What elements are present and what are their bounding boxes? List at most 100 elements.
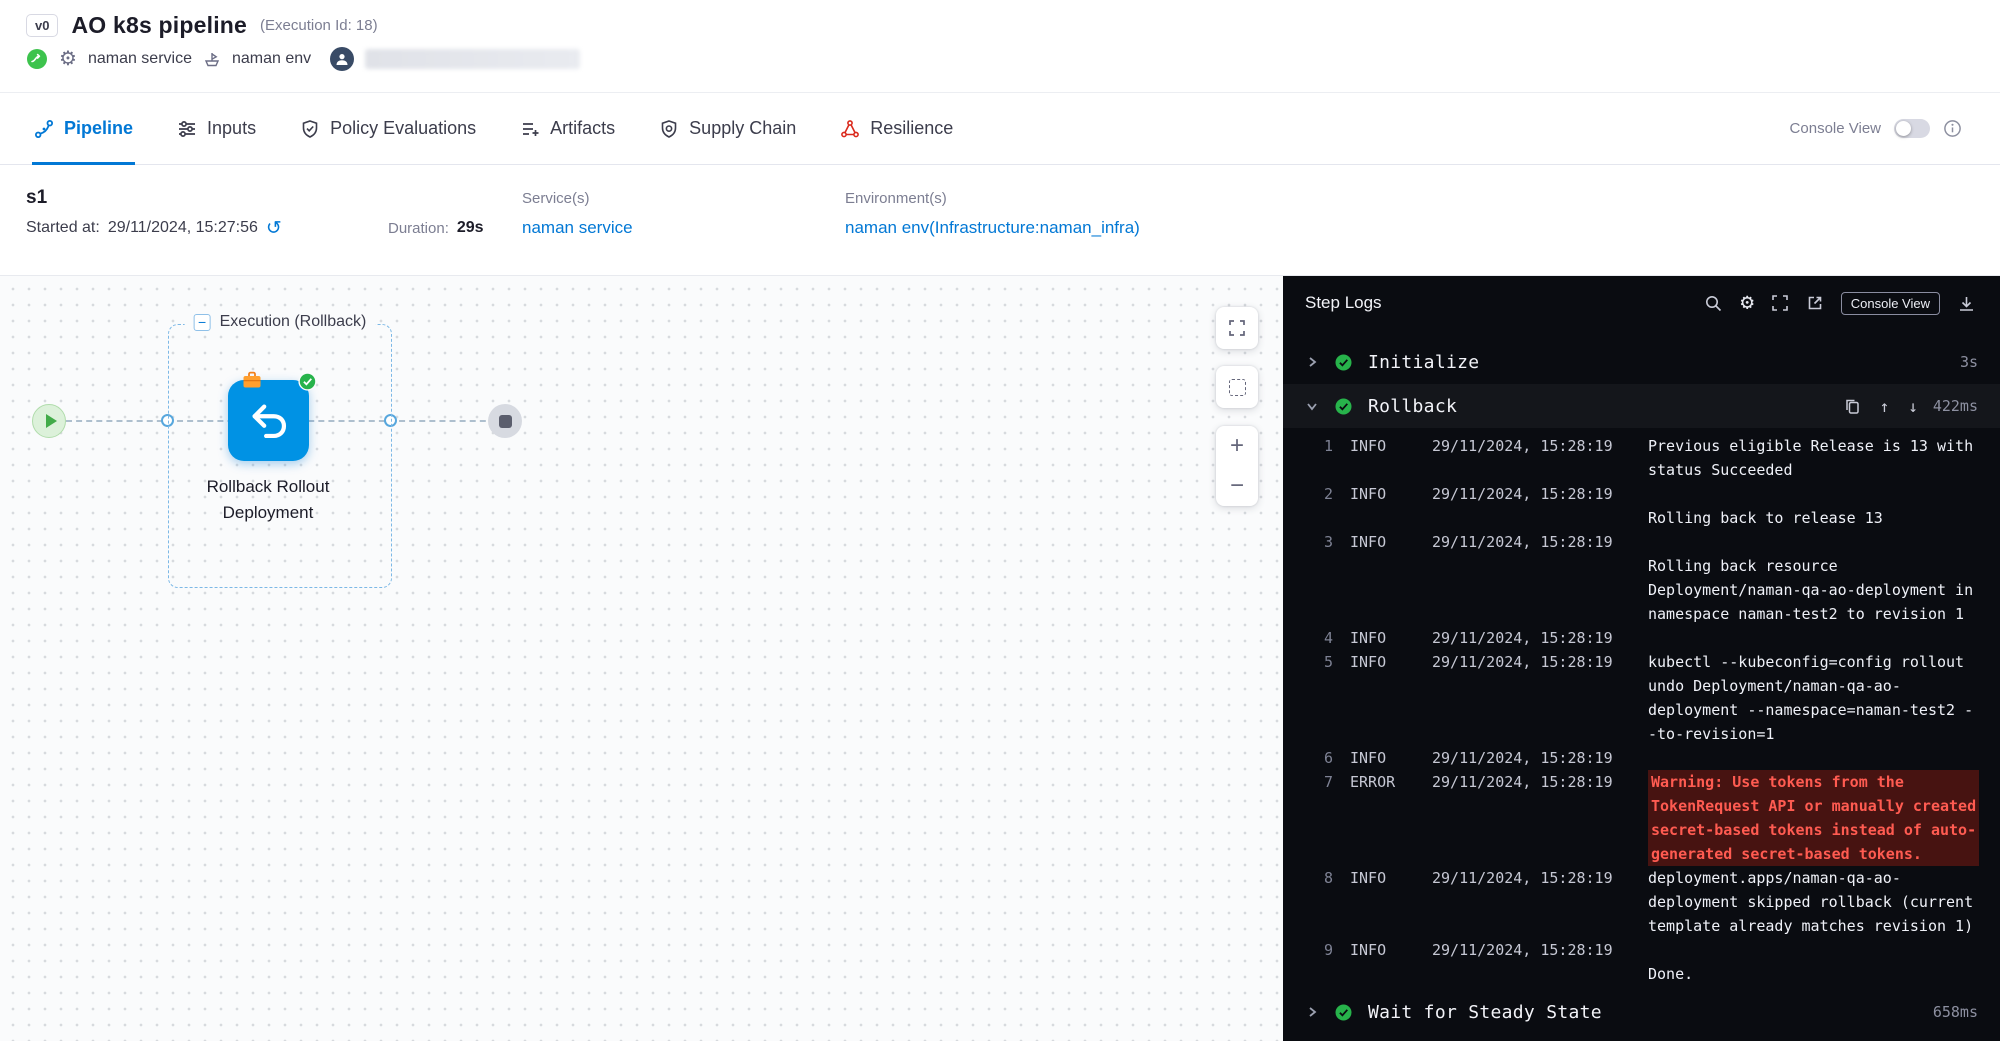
start-node (32, 404, 66, 438)
log-lines: 1 INFO 29/11/2024, 15:28:19 Previous eli… (1283, 428, 2000, 990)
artifacts-list-plus-icon (520, 119, 540, 139)
rollback-arrow-icon (246, 398, 292, 444)
section-duration: 422ms (1933, 397, 1978, 415)
log-line-number: 7 (1283, 770, 1333, 794)
log-line: 9 INFO 29/11/2024, 15:28:19 Done. (1283, 938, 2000, 986)
log-header-icons: ⚙ Console View (1704, 292, 1976, 315)
log-message: Rolling back resource Deployment/naman-q… (1648, 530, 2000, 626)
tab-artifacts[interactable]: Artifacts (520, 93, 615, 164)
play-icon (46, 414, 57, 428)
scroll-to-top-icon[interactable]: ↑ (1880, 397, 1890, 416)
policy-shield-check-icon (300, 119, 320, 139)
copy-logs-icon[interactable] (1844, 398, 1861, 415)
log-line: 6 INFO 29/11/2024, 15:28:19 (1283, 746, 2000, 770)
step-node-label: Rollback Rollout Deployment (178, 474, 358, 525)
chevron-right-icon (1305, 355, 1319, 369)
log-timestamp: 29/11/2024, 15:28:19 (1432, 866, 1648, 890)
stop-icon (499, 415, 512, 428)
log-timestamp: 29/11/2024, 15:28:19 (1432, 626, 1648, 650)
zoom-controls: + − (1216, 426, 1258, 506)
log-line-number: 1 (1283, 434, 1333, 458)
log-timestamp: 29/11/2024, 15:28:19 (1432, 770, 1648, 794)
log-line: 2 INFO 29/11/2024, 15:28:19 Rolling back… (1283, 482, 2000, 530)
log-level: INFO (1350, 938, 1432, 962)
execution-group-header: − Execution (Rollback) (185, 313, 376, 331)
open-external-icon[interactable] (1806, 294, 1824, 312)
log-line: 8 INFO 29/11/2024, 15:28:19 deployment.a… (1283, 866, 2000, 938)
log-message: Rolling back to release 13 (1648, 482, 2000, 530)
tab-resilience[interactable]: Resilience (840, 93, 953, 164)
step-success-check-icon (1334, 1003, 1353, 1022)
page-title: AO k8s pipeline (71, 12, 247, 39)
console-view-button[interactable]: Console View (1841, 292, 1940, 315)
log-level: INFO (1350, 482, 1432, 506)
end-node (488, 404, 522, 438)
tab-label: Resilience (870, 118, 953, 139)
scroll-to-bottom-icon[interactable]: ↓ (1908, 397, 1918, 416)
tab-label: Supply Chain (689, 118, 796, 139)
pipeline-canvas[interactable]: − Execution (Rollback) Rollback Rollout … (0, 276, 1283, 1041)
log-line: 5 INFO 29/11/2024, 15:28:19 kubectl --ku… (1283, 650, 2000, 746)
log-line-number: 6 (1283, 746, 1333, 770)
console-view-toggle[interactable] (1894, 119, 1930, 138)
environments-label: Environment(s) (845, 190, 947, 207)
log-line: 3 INFO 29/11/2024, 15:28:19 Rolling back… (1283, 530, 2000, 626)
inputs-icon (177, 119, 197, 139)
section-actions: ↑ ↓ (1844, 397, 1918, 416)
console-view-label: Console View (1790, 120, 1881, 137)
tab-label: Pipeline (64, 118, 133, 139)
expand-fullscreen-icon[interactable] (1771, 294, 1789, 312)
gear-icon[interactable]: ⚙ (59, 49, 77, 69)
log-timestamp: 29/11/2024, 15:28:19 (1432, 530, 1648, 554)
section-duration: 658ms (1933, 1003, 1978, 1021)
selection-mode-button[interactable] (1216, 366, 1258, 408)
section-duration: 3s (1960, 353, 1978, 371)
started-at-label: Started at: (26, 219, 100, 237)
log-panel-header: Step Logs ⚙ Console View (1283, 276, 2000, 330)
info-icon[interactable] (1943, 119, 1962, 138)
content-row: − Execution (Rollback) Rollback Rollout … (0, 276, 2000, 1041)
stage-summary-bar: s1 Started at: 29/11/2024, 15:27:56 ↺ Du… (0, 165, 2000, 276)
log-level: INFO (1350, 626, 1432, 650)
log-level: INFO (1350, 650, 1432, 674)
log-timestamp: 29/11/2024, 15:28:19 (1432, 746, 1648, 770)
section-name: Wait for Steady State (1368, 1002, 1602, 1023)
log-section-wait-for-steady-state[interactable]: Wait for Steady State 658ms (1283, 990, 2000, 1034)
tab-label: Inputs (207, 118, 256, 139)
tab-label: Policy Evaluations (330, 118, 476, 139)
user-avatar (330, 47, 354, 71)
log-message: deployment.apps/naman-qa-ao- deployment … (1648, 866, 2000, 938)
log-section-rollback[interactable]: Rollback ↑ ↓ 422ms (1283, 384, 2000, 428)
stage-name: s1 (26, 187, 47, 209)
collapse-group-button[interactable]: − (194, 314, 211, 331)
supply-chain-shield-icon (659, 119, 679, 139)
log-section-initialize[interactable]: Initialize 3s (1283, 340, 2000, 384)
execution-tabs: Pipeline Inputs Policy Evaluations Artif… (0, 93, 2000, 165)
execution-header: v0 AO k8s pipeline (Execution Id: 18) ⚙ … (0, 0, 2000, 93)
environment-link[interactable]: naman env(Infrastructure:naman_infra) (845, 218, 1140, 238)
cd-module-icon (26, 48, 48, 70)
log-level: INFO (1350, 530, 1432, 554)
tab-pipeline[interactable]: Pipeline (34, 93, 133, 164)
tab-policy-evaluations[interactable]: Policy Evaluations (300, 93, 476, 164)
execution-history-icon[interactable]: ↺ (266, 219, 282, 238)
log-settings-gear-icon[interactable]: ⚙ (1740, 292, 1753, 314)
zoom-out-button[interactable]: − (1216, 466, 1258, 506)
stage-duration-column: Duration: 29s (388, 183, 522, 275)
log-message: kubectl --kubeconfig=config rollout undo… (1648, 650, 2000, 746)
zoom-in-button[interactable]: + (1216, 426, 1258, 466)
download-logs-icon[interactable] (1957, 294, 1976, 313)
service-link[interactable]: naman service (522, 218, 633, 238)
fit-to-view-button[interactable] (1216, 307, 1258, 349)
execution-id: (Execution Id: 18) (260, 17, 378, 34)
search-icon[interactable] (1704, 294, 1723, 313)
log-level: INFO (1350, 746, 1432, 770)
rollback-step-node[interactable] (228, 380, 309, 461)
log-line: 4 INFO 29/11/2024, 15:28:19 (1283, 626, 2000, 650)
log-level: ERROR (1350, 770, 1432, 794)
services-label: Service(s) (522, 190, 590, 207)
stage-name-column: s1 Started at: 29/11/2024, 15:27:56 ↺ (26, 183, 388, 275)
tab-supply-chain[interactable]: Supply Chain (659, 93, 796, 164)
tab-inputs[interactable]: Inputs (177, 93, 256, 164)
step-logs-panel: Step Logs ⚙ Console View (1283, 276, 2000, 1041)
